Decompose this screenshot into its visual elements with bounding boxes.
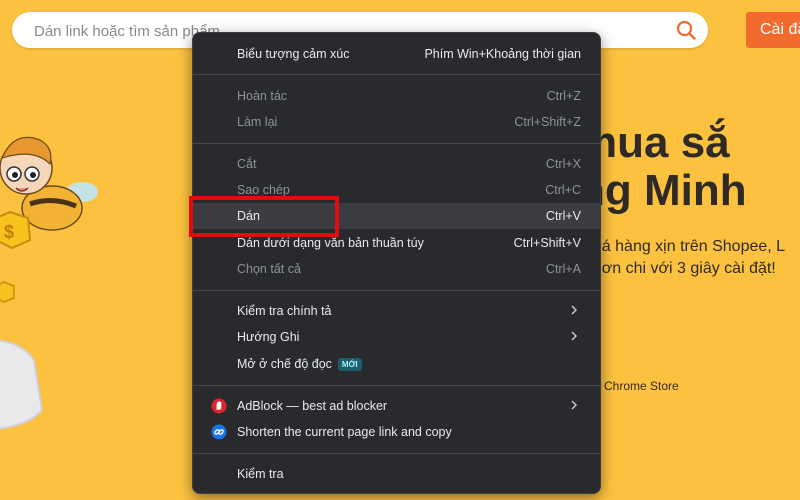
menu-item-shortcut: Ctrl+A [545, 262, 581, 276]
menu-divider [193, 385, 600, 386]
chevron-right-icon [571, 331, 578, 341]
menu-item-label: Kiểm tra [237, 467, 284, 481]
menu-item-shortcut: Ctrl+Z [546, 89, 581, 103]
menu-item-select-all[interactable]: Chọn tất cả Ctrl+A [193, 256, 600, 282]
menu-item-redo[interactable]: Làm lại Ctrl+Shift+Z [193, 109, 600, 135]
menu-item-label: Sao chép [237, 183, 290, 197]
menu-item-shortcut: Ctrl+V [545, 209, 581, 223]
menu-item-shortcut: Ctrl+Shift+V [513, 236, 581, 250]
menu-item-shortcut: Phím Win+Khoảng thời gian [424, 47, 581, 61]
device-illustration [0, 339, 44, 430]
menu-item-undo[interactable]: Hoàn tác Ctrl+Z [193, 83, 600, 109]
menu-item-spellcheck[interactable]: Kiểm tra chính tả [193, 298, 600, 324]
menu-item-shortcut: Ctrl+X [545, 157, 581, 171]
paste-highlight-box [189, 196, 339, 237]
menu-divider [193, 143, 600, 144]
menu-item-label: Chọn tất cả [237, 262, 301, 276]
menu-item-label: Shorten the current page link and copy [237, 425, 452, 439]
install-button[interactable]: Cài đặ [746, 12, 800, 48]
menu-item-label: Dán dưới dạng văn bản thuần túy [237, 236, 424, 250]
menu-item-reading-mode[interactable]: Mở ở chế độ đọc MỚI [193, 351, 600, 377]
menu-item-inspect[interactable]: Kiểm tra [193, 461, 600, 487]
context-menu: Biểu tượng cảm xúc Phím Win+Khoảng thời … [192, 32, 601, 494]
adblock-icon [211, 398, 227, 414]
bee-mascot-illustration: $ [0, 136, 98, 303]
search-icon[interactable] [676, 20, 696, 40]
link-icon [211, 424, 227, 440]
menu-item-label: Cắt [237, 157, 257, 171]
menu-item-label: Hướng Ghi [237, 330, 300, 344]
menu-item-adblock[interactable]: AdBlock — best ad blocker [193, 393, 600, 419]
hero-title-line-2: ng Minh [578, 166, 747, 215]
menu-divider [193, 74, 600, 75]
menu-item-label: AdBlock — best ad blocker [237, 399, 388, 413]
menu-divider [193, 453, 600, 454]
svg-text:$: $ [4, 222, 14, 242]
chevron-right-icon [571, 305, 578, 315]
reading-mode-label: Mở ở chế độ đọc [237, 357, 332, 371]
menu-item-label: Biểu tượng cảm xúc [237, 47, 350, 61]
menu-item-shorten-link[interactable]: Shorten the current page link and copy [193, 419, 600, 445]
menu-item-label: Làm lại [237, 115, 278, 129]
menu-item-shortcut: Ctrl+Shift+Z [514, 115, 581, 129]
chevron-right-icon [571, 400, 578, 410]
menu-item-cut[interactable]: Cắt Ctrl+X [193, 151, 600, 177]
menu-divider [193, 290, 600, 291]
menu-item-shortcut: Ctrl+C [545, 183, 581, 197]
hero-subtitle-line-2: ái hơn chi với 3 giây cài đặt! [576, 260, 776, 277]
menu-item-label: Mở ở chế độ đọc MỚI [237, 357, 362, 372]
hero-subtitle-line-1: h giá hàng xịn trên Shopee, L [576, 238, 786, 255]
menu-item-label: Kiểm tra chính tả [237, 304, 332, 318]
menu-item-writing-direction[interactable]: Hướng Ghi [193, 324, 600, 350]
chrome-store-label: Chrome Store [604, 379, 679, 393]
new-badge: MỚI [337, 358, 362, 372]
menu-item-label: Hoàn tác [237, 89, 288, 103]
menu-item-emoji[interactable]: Biểu tượng cảm xúc Phím Win+Khoảng thời … [193, 41, 600, 67]
